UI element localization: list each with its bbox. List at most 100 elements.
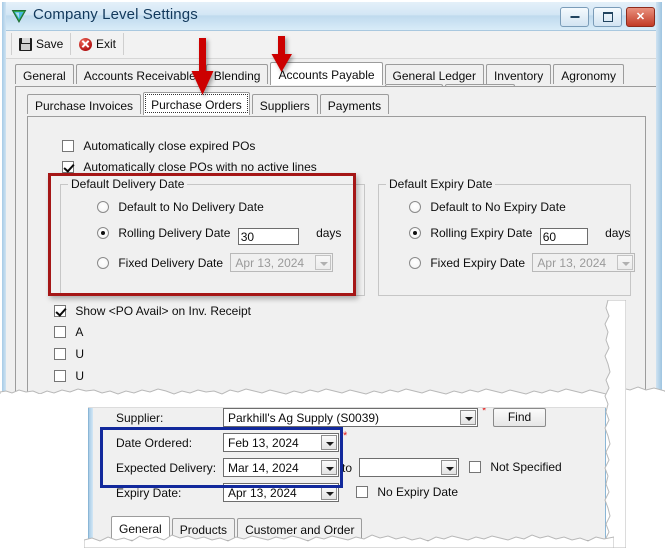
delivery-to-combo[interactable] xyxy=(359,458,459,477)
radio-button[interactable] xyxy=(409,227,421,239)
main-window-right-border xyxy=(656,2,662,390)
tab-label: General xyxy=(119,522,162,536)
maximize-button[interactable] xyxy=(593,7,622,27)
tab-label: General Ledger xyxy=(392,69,476,83)
checkbox-label: No Expiry Date xyxy=(377,485,459,499)
chevron-down-icon[interactable] xyxy=(617,255,634,270)
checkbox-box[interactable] xyxy=(54,370,66,382)
supplier-required-indicator: * xyxy=(482,405,487,417)
checkbox-auto-close-expired[interactable]: Automatically close expired POs xyxy=(62,139,255,153)
arrow-to-purchase-orders-tab xyxy=(191,38,214,95)
to-label: to xyxy=(342,461,353,475)
exit-button[interactable]: Exit xyxy=(72,33,125,55)
expiry-date-label: Expiry Date: xyxy=(116,486,182,500)
checkbox-show-po-avail[interactable]: Show <PO Avail> on Inv. Receipt xyxy=(54,304,251,318)
checkbox-label: U xyxy=(75,347,85,361)
save-button-label: Save xyxy=(36,37,64,51)
radio-label: Default to No Expiry Date xyxy=(430,200,566,214)
checkbox-box[interactable] xyxy=(356,486,368,498)
tab-accounts-receivable[interactable]: Accounts Receivable xyxy=(75,64,204,84)
combo-value: Apr 13, 2024 xyxy=(537,256,607,270)
checkbox-not-specified[interactable]: Not Specified xyxy=(469,460,562,474)
tab-label: Accounts Receivable xyxy=(83,69,196,83)
days-suffix-label: days xyxy=(605,226,631,240)
checkbox-label: Automatically close POs with no active l… xyxy=(83,160,317,174)
primary-tab-strip: General Accounts Receivable Blending Acc… xyxy=(15,62,655,104)
secondary-tab-strip: Purchase Invoices Purchase Orders Suppli… xyxy=(27,92,627,116)
main-toolbar: Save Exit xyxy=(3,31,661,59)
exit-icon xyxy=(79,37,92,51)
dialog-tab-products[interactable]: Products xyxy=(171,518,236,538)
checkbox-label: Not Specified xyxy=(490,460,562,474)
chevron-down-icon[interactable] xyxy=(441,460,457,475)
save-icon xyxy=(19,37,32,51)
highlight-date-fields xyxy=(100,427,343,488)
window-controls: ✕ xyxy=(560,7,655,27)
page-title: Company Level Settings xyxy=(33,6,198,23)
combo-value: Parkhill's Ag Supply (S0039) xyxy=(228,411,380,425)
close-button[interactable]: ✕ xyxy=(626,7,655,27)
tab-payments[interactable]: Payments xyxy=(319,94,390,114)
checkbox-box[interactable] xyxy=(54,305,66,317)
tab-label: General xyxy=(23,69,66,83)
tab-label: Payments xyxy=(327,99,382,113)
dialog-tab-panel xyxy=(111,540,603,548)
radio-default-no-expiry-date[interactable]: Default to No Expiry Date xyxy=(409,200,566,214)
default-expiry-date-group: Default Expiry Date Default to No Expiry… xyxy=(378,177,636,296)
checkbox-auto-close-no-active-lines[interactable]: Automatically close POs with no active l… xyxy=(62,160,317,174)
tab-label: Purchase Invoices xyxy=(35,99,134,113)
main-titlebar: Company Level Settings ✕ xyxy=(3,2,661,31)
page-background-left xyxy=(0,394,88,548)
tab-label: Agronomy xyxy=(561,69,616,83)
radio-button[interactable] xyxy=(409,257,421,269)
checkbox-box[interactable] xyxy=(469,461,481,473)
tab-label: Purchase Orders xyxy=(151,98,242,112)
tab-label: Inventory xyxy=(493,69,544,83)
save-button[interactable]: Save xyxy=(11,33,72,55)
checkbox-label: Automatically close expired POs xyxy=(83,139,256,153)
find-button[interactable]: Find xyxy=(493,408,546,427)
main-window-left-border xyxy=(2,2,6,392)
checkbox-label: U xyxy=(75,369,85,383)
checkbox-partial-u1[interactable]: U xyxy=(54,347,84,361)
dialog-tab-strip: General Products Customer and Order xyxy=(111,516,591,540)
dialog-tab-customer-and-order[interactable]: Customer and Order xyxy=(237,518,363,538)
checkbox-box[interactable] xyxy=(54,326,66,338)
tab-general[interactable]: General xyxy=(15,64,74,84)
tab-label: Products xyxy=(179,523,228,537)
tab-label: Customer and Order xyxy=(245,523,355,537)
supplier-combo[interactable]: Parkhill's Ag Supply (S0039) xyxy=(223,408,478,427)
radio-label: Rolling Expiry Date xyxy=(430,226,533,240)
checkbox-partial-a[interactable]: A xyxy=(54,325,83,339)
checkbox-box[interactable] xyxy=(62,161,74,173)
checkbox-no-expiry-date[interactable]: No Expiry Date xyxy=(356,485,458,499)
checkbox-box[interactable] xyxy=(54,348,66,360)
exit-button-label: Exit xyxy=(96,37,117,51)
fixed-expiry-date-combo[interactable]: Apr 13, 2024 xyxy=(532,253,636,272)
checkbox-label: A xyxy=(75,325,84,339)
rolling-expiry-days-input[interactable]: 60 xyxy=(539,228,588,245)
supplier-label: Supplier: xyxy=(116,411,164,425)
chevron-down-icon[interactable] xyxy=(460,410,476,425)
app-triangle-icon xyxy=(11,10,27,24)
date-ordered-required-indicator: * xyxy=(343,430,348,442)
arrow-to-accounts-payable-tab xyxy=(271,36,292,72)
radio-fixed-expiry-date[interactable]: Fixed Expiry Date Apr 13, 2024 xyxy=(409,253,636,272)
checkbox-box[interactable] xyxy=(62,140,74,152)
dialog-tab-general[interactable]: General xyxy=(111,516,170,539)
checkbox-partial-u2[interactable]: U xyxy=(54,369,84,383)
highlight-default-delivery-date xyxy=(48,173,356,296)
minimize-button[interactable] xyxy=(560,7,589,27)
radio-rolling-expiry-date[interactable]: Rolling Expiry Date 60 days xyxy=(409,226,630,245)
tab-agronomy[interactable]: Agronomy xyxy=(553,64,624,84)
tab-label: Suppliers xyxy=(259,99,310,113)
checkbox-label: Show <PO Avail> on Inv. Receipt xyxy=(75,304,252,318)
tab-general-ledger[interactable]: General Ledger xyxy=(384,64,484,84)
page-background-right xyxy=(606,392,665,548)
radio-label: Fixed Expiry Date xyxy=(430,256,526,270)
tab-label: Blending xyxy=(213,69,261,83)
tab-suppliers[interactable]: Suppliers xyxy=(251,94,318,114)
tab-inventory[interactable]: Inventory xyxy=(485,64,552,84)
tab-purchase-invoices[interactable]: Purchase Invoices xyxy=(27,94,142,114)
radio-button[interactable] xyxy=(409,201,421,213)
